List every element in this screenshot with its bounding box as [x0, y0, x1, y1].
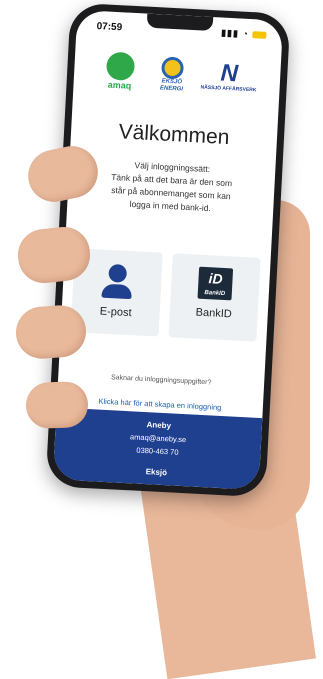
battery-icon — [252, 31, 267, 39]
signal-icon: ▮▮▮ — [220, 27, 240, 39]
bankid-login-label: BankID — [195, 306, 233, 321]
contact-footer: Aneby amaq@aneby.se 0380-463 70 Eksjö — [52, 407, 263, 491]
bankid-login-button[interactable]: iD BankID BankID — [168, 253, 261, 342]
wifi-icon: ◔ — [242, 28, 250, 39]
eksjo-energi-logo: EKSJÖ ENERGI — [149, 56, 195, 94]
finger — [25, 380, 89, 430]
login-options: E-post iD BankID BankID — [70, 248, 261, 342]
status-icons: ▮▮▮ ◔ — [221, 27, 267, 40]
email-login-label: E-post — [99, 305, 132, 320]
missing-credentials-text: Saknar du inloggningsuppgifter? — [110, 374, 212, 387]
status-time: 07:59 — [96, 20, 123, 34]
amaq-logo-mark — [105, 51, 136, 81]
nassjo-affarsverk-logo: N NÄSSJÖ AFFÄRSVERK — [195, 59, 262, 94]
amaq-logo: amaq — [99, 51, 141, 91]
amaq-logo-text: amaq — [107, 79, 132, 91]
partner-logos: amaq EKSJÖ ENERGI N NÄSSJÖ AFFÄRSVERK — [73, 50, 281, 111]
page-title: Välkommen — [118, 120, 231, 150]
footer-next-town: Eksjö — [145, 467, 168, 478]
nassjo-logo-mark: N — [219, 59, 239, 88]
login-instructions: Välj inloggningssätt: Tänk på att det ba… — [81, 156, 261, 217]
bankid-icon: iD BankID — [197, 266, 234, 301]
eksjo-logo-line2: ENERGI — [159, 85, 184, 93]
sun-icon — [160, 56, 185, 80]
